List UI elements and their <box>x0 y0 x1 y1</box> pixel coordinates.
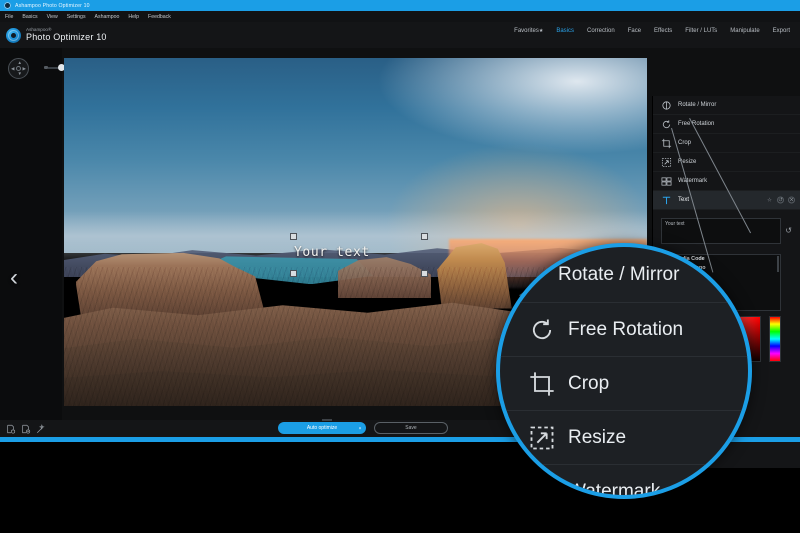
app-header: Ashampoo® Photo Optimizer 10 <box>0 22 800 48</box>
magnifier-callout: Rotate / Mirror Free Rotation Crop Resiz… <box>496 243 752 499</box>
brand-name: Photo Optimizer 10 <box>26 31 107 42</box>
auto-optimize-label: Auto optimize <box>306 425 338 431</box>
brand: Ashampoo® Photo Optimizer 10 <box>0 27 107 43</box>
favorite-star-icon[interactable]: ☆ <box>766 197 773 204</box>
save-image-icon[interactable] <box>21 424 31 434</box>
text-handle-top-right[interactable] <box>421 233 428 240</box>
auto-optimize-button[interactable]: Auto optimize ▾ <box>278 422 366 434</box>
tab-correction[interactable]: Correction <box>587 28 615 34</box>
magnified-label: Rotate / Mirror <box>558 263 680 285</box>
tab-export[interactable]: Export <box>773 28 790 34</box>
tool-row-crop[interactable]: Crop <box>653 134 800 153</box>
magnified-item-watermark[interactable]: Watermark <box>500 465 748 499</box>
pan-center-icon[interactable] <box>16 66 21 71</box>
tab-effects[interactable]: Effects <box>654 28 672 34</box>
crop-icon <box>528 370 556 398</box>
pan-down-icon[interactable]: ▼ <box>18 71 22 77</box>
tool-row-rotate-mirror[interactable]: Rotate / Mirror <box>653 96 800 115</box>
text-handle-bottom-left[interactable] <box>290 270 297 277</box>
menu-item-ashampoo[interactable]: Ashampoo <box>95 14 120 20</box>
window-title: Ashampoo Photo Optimizer 10 <box>15 2 90 9</box>
magic-wand-icon[interactable] <box>36 423 46 434</box>
free-rotation-icon <box>528 316 556 344</box>
save-button[interactable]: Save <box>374 422 448 434</box>
text-overlay[interactable]: Your text <box>290 233 428 277</box>
tool-label: Resize <box>678 159 697 165</box>
magnified-item-resize[interactable]: Resize <box>500 411 748 465</box>
text-icon <box>661 195 672 206</box>
tool-row-actions: ☆ ↺ ✕ <box>766 196 795 204</box>
tab-face[interactable]: Face <box>628 28 641 34</box>
star-icon: ★ <box>538 28 544 34</box>
previous-image-button[interactable]: ‹ <box>10 266 18 290</box>
tab-manipulate[interactable]: Manipulate <box>730 28 759 34</box>
top-navigation: Favorites★ Basics Correction Face Effect… <box>514 28 790 34</box>
reset-tool-icon[interactable]: ↺ <box>777 196 784 204</box>
menu-item-help[interactable]: Help <box>128 14 139 20</box>
text-input-wrap: ↺ <box>661 218 795 249</box>
crop-icon <box>661 138 672 149</box>
tab-filter-luts[interactable]: Filter / LUTs <box>685 28 717 34</box>
resize-icon <box>661 157 672 168</box>
tool-label: Free Rotation <box>678 121 715 127</box>
magnified-item-free-rotation[interactable]: Free Rotation <box>500 303 748 357</box>
menu-item-view[interactable]: View <box>47 14 58 20</box>
text-reset-icon[interactable]: ↺ <box>785 227 792 235</box>
watermark-icon <box>661 176 672 187</box>
menu-item-feedback[interactable]: Feedback <box>148 14 171 20</box>
tab-favorites[interactable]: Favorites★ <box>514 28 543 34</box>
aperture-logo-icon <box>6 27 21 43</box>
tool-row-watermark[interactable]: Watermark <box>653 172 800 191</box>
close-tool-icon[interactable]: ✕ <box>788 196 795 204</box>
tool-label: Crop <box>678 140 692 146</box>
bottom-actions: Auto optimize ▾ Save <box>278 422 448 434</box>
tool-row-free-rotation[interactable]: Free Rotation <box>653 115 800 134</box>
tab-basics[interactable]: Basics <box>556 28 574 34</box>
app-logo-icon <box>4 2 11 9</box>
text-overlay-label: Your text <box>294 245 370 260</box>
pan-left-icon[interactable]: ◀ <box>11 66 14 72</box>
rotate-mirror-icon <box>661 100 672 111</box>
font-list-scrollbar[interactable] <box>776 256 779 272</box>
resize-icon <box>528 424 556 452</box>
text-handle-bottom-right[interactable] <box>421 270 428 277</box>
magnified-label: Free Rotation <box>568 318 684 340</box>
pan-up-icon[interactable]: ▲ <box>18 60 22 66</box>
bottom-icon-group <box>0 423 46 434</box>
tool-row-resize[interactable]: Resize <box>653 153 800 172</box>
hue-strip[interactable] <box>769 316 781 362</box>
tool-label: Rotate / Mirror <box>678 102 717 108</box>
magnified-item-crop[interactable]: Crop <box>500 357 748 411</box>
center-tick <box>322 419 332 421</box>
magnifier-content: Rotate / Mirror Free Rotation Crop Resiz… <box>500 247 748 495</box>
menu-item-settings[interactable]: Settings <box>67 14 86 20</box>
magnified-label: Watermark <box>568 480 661 499</box>
tool-list: Rotate / Mirror Free Rotation Crop Resiz… <box>653 96 800 210</box>
pan-navigation-control[interactable]: ▲ ▼ ◀ ▶ <box>8 58 29 79</box>
menu-bar: File Basics View Settings Ashampoo Help … <box>0 11 800 22</box>
left-tool-strip: ▲ ▼ ◀ ▶ <box>0 48 94 420</box>
tool-label: Watermark <box>678 178 708 184</box>
application-window: Ashampoo Photo Optimizer 10 File Basics … <box>0 0 800 533</box>
chevron-down-icon[interactable]: ▾ <box>359 426 361 431</box>
title-bar: Ashampoo Photo Optimizer 10 <box>0 0 800 11</box>
menu-item-basics[interactable]: Basics <box>22 14 37 20</box>
open-image-icon[interactable] <box>6 424 16 434</box>
pan-right-icon[interactable]: ▶ <box>23 66 26 72</box>
tool-row-text[interactable]: Text ☆ ↺ ✕ <box>653 191 800 210</box>
magnified-item-rotate-mirror[interactable]: Rotate / Mirror <box>500 247 748 303</box>
free-rotation-icon <box>661 119 672 130</box>
tab-favorites-label: Favorites <box>514 28 539 34</box>
text-handle-top-left[interactable] <box>290 233 297 240</box>
menu-item-file[interactable]: File <box>5 14 13 20</box>
text-input[interactable] <box>661 218 781 244</box>
tool-label: Text <box>678 197 690 203</box>
